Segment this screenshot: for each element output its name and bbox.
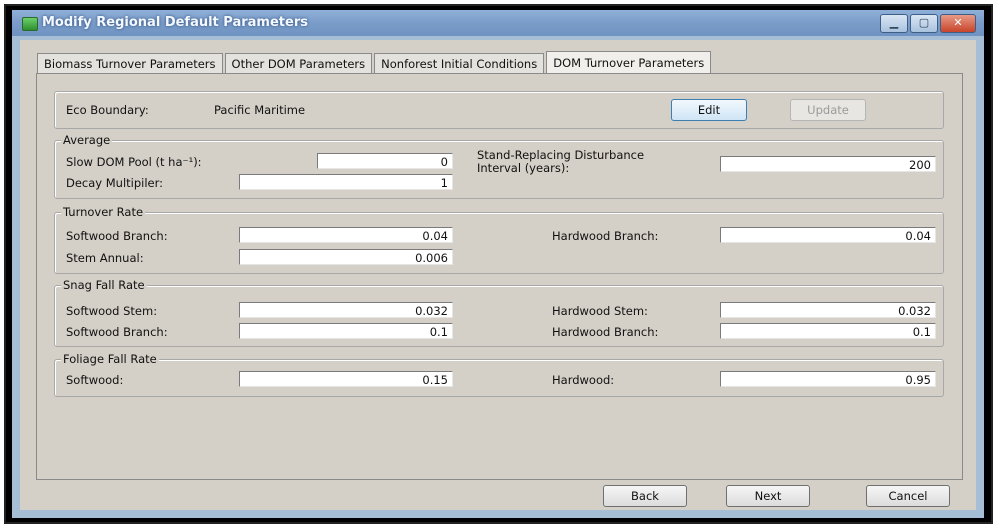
stem-annual-field[interactable]: 0.006 bbox=[239, 249, 453, 265]
cancel-button[interactable]: Cancel bbox=[866, 485, 950, 507]
stand-replacing-label-line2: Interval (years): bbox=[477, 161, 570, 175]
maximize-icon: ▢ bbox=[918, 16, 930, 29]
snag-softwood-stem-label: Softwood Stem: bbox=[66, 304, 158, 318]
window-title: Modify Regional Default Parameters bbox=[42, 15, 308, 30]
slow-dom-pool-field[interactable]: 0 bbox=[317, 153, 453, 169]
foliage-softwood-field[interactable]: 0.15 bbox=[239, 371, 453, 387]
foliage-softwood-label: Softwood: bbox=[66, 373, 124, 387]
update-button[interactable]: Update bbox=[790, 99, 866, 121]
minimize-button[interactable]: ▁ bbox=[880, 14, 908, 33]
turnover-softwood-branch-field[interactable]: 0.04 bbox=[239, 227, 453, 243]
app-icon bbox=[22, 17, 38, 31]
caption-buttons: ▁ ▢ ✕ bbox=[878, 14, 976, 33]
snag-hardwood-stem-label: Hardwood Stem: bbox=[552, 304, 648, 318]
snag-hardwood-stem-field[interactable]: 0.032 bbox=[720, 302, 936, 318]
stand-replacing-interval-field[interactable]: 200 bbox=[720, 156, 936, 172]
tab-page-dom-turnover: Eco Boundary: Pacific Maritime Edit Upda… bbox=[36, 73, 963, 480]
foliage-hardwood-field[interactable]: 0.95 bbox=[720, 371, 936, 387]
tab-nonforest-initial[interactable]: Nonforest Initial Conditions bbox=[374, 53, 545, 74]
average-group: Average Slow DOM Pool (t ha⁻¹): 0 Decay … bbox=[54, 133, 944, 199]
tab-other-dom[interactable]: Other DOM Parameters bbox=[224, 53, 373, 74]
stand-replacing-label-line1: Stand-Replacing Disturbance bbox=[477, 148, 645, 162]
foliage-fall-rate-group-title: Foliage Fall Rate bbox=[61, 352, 159, 366]
tab-strip: Biomass Turnover Parameters Other DOM Pa… bbox=[37, 51, 713, 74]
close-icon: ✕ bbox=[953, 16, 963, 29]
decay-multiplier-field[interactable]: 1 bbox=[239, 174, 453, 190]
turnover-softwood-branch-label: Softwood Branch: bbox=[66, 229, 168, 243]
snag-fall-rate-group: Snag Fall Rate Softwood Stem: 0.032 Hard… bbox=[54, 278, 944, 347]
close-button[interactable]: ✕ bbox=[940, 14, 976, 33]
minimize-icon: ▁ bbox=[889, 16, 899, 29]
turnover-hardwood-branch-field[interactable]: 0.04 bbox=[720, 227, 936, 243]
turnover-rate-group: Turnover Rate Softwood Branch: 0.04 Hard… bbox=[54, 205, 944, 274]
eco-boundary-value: Pacific Maritime bbox=[214, 103, 306, 117]
maximize-button[interactable]: ▢ bbox=[910, 14, 938, 33]
stem-annual-label: Stem Annual: bbox=[66, 251, 144, 265]
eco-boundary-group: Eco Boundary: Pacific Maritime Edit Upda… bbox=[54, 91, 944, 129]
tab-biomass-turnover[interactable]: Biomass Turnover Parameters bbox=[37, 53, 223, 74]
title-bar[interactable]: Modify Regional Default Parameters ▁ ▢ ✕ bbox=[12, 10, 984, 36]
snag-fall-rate-group-title: Snag Fall Rate bbox=[61, 278, 147, 292]
dialog-window: Modify Regional Default Parameters ▁ ▢ ✕… bbox=[12, 10, 984, 518]
dialog-client-area: Biomass Turnover Parameters Other DOM Pa… bbox=[20, 40, 976, 510]
decay-multiplier-label: Decay Multipiler: bbox=[66, 176, 164, 190]
snag-hardwood-branch-field[interactable]: 0.1 bbox=[720, 323, 936, 339]
snag-hardwood-branch-label: Hardwood Branch: bbox=[552, 325, 659, 339]
tab-dom-turnover[interactable]: DOM Turnover Parameters bbox=[546, 51, 712, 74]
snag-softwood-branch-field[interactable]: 0.1 bbox=[239, 323, 453, 339]
snag-softwood-branch-label: Softwood Branch: bbox=[66, 325, 168, 339]
snag-softwood-stem-field[interactable]: 0.032 bbox=[239, 302, 453, 318]
edit-button[interactable]: Edit bbox=[671, 99, 747, 121]
eco-boundary-label: Eco Boundary: bbox=[66, 103, 149, 117]
foliage-fall-rate-group: Foliage Fall Rate Softwood: 0.15 Hardwoo… bbox=[54, 352, 944, 397]
next-button[interactable]: Next bbox=[726, 485, 810, 507]
turnover-rate-group-title: Turnover Rate bbox=[61, 205, 146, 219]
back-button[interactable]: Back bbox=[603, 485, 687, 507]
turnover-hardwood-branch-label: Hardwood Branch: bbox=[552, 229, 659, 243]
average-group-title: Average bbox=[61, 133, 113, 147]
slow-dom-pool-label: Slow DOM Pool (t ha⁻¹): bbox=[66, 155, 202, 169]
foliage-hardwood-label: Hardwood: bbox=[552, 373, 615, 387]
